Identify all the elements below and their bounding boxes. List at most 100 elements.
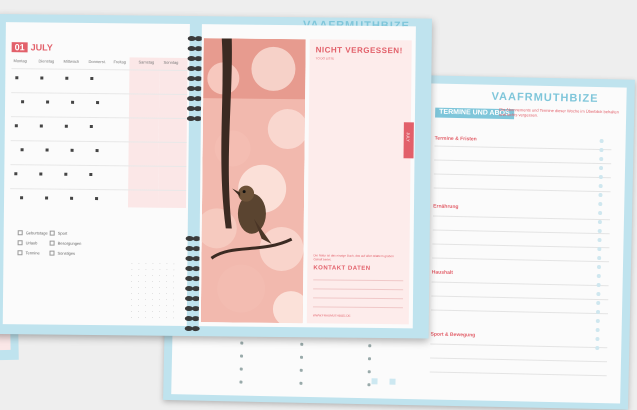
mini-calendar-day: · — [145, 273, 147, 278]
mini-calendar-day: · — [166, 291, 168, 296]
back-rule — [430, 357, 607, 363]
checkbox-icon — [49, 231, 55, 237]
mini-calendar-day: · — [159, 279, 161, 284]
back-section-2: Ernährung — [433, 203, 459, 211]
mini-calendar-day: · — [144, 315, 147, 320]
mini-calendar-day: · — [151, 303, 154, 308]
weekday-label: Samstag — [138, 59, 155, 65]
footer-url: WWW.FRAUMUTHBIZE.DE — [312, 313, 351, 318]
mini-calendar-day: · — [138, 273, 140, 278]
checklist-item[interactable]: Sport — [49, 231, 82, 241]
checklist-item[interactable]: Termine — [17, 250, 47, 260]
mini-calendar-day: · — [151, 315, 154, 320]
mini-calendar-day: · — [166, 285, 168, 290]
mini-calendar-day: · — [130, 303, 133, 308]
mini-calendar-day: · — [166, 261, 168, 266]
mini-calendar-day: · — [165, 303, 168, 308]
mini-calendar-day: · — [173, 279, 175, 284]
back-rule — [433, 173, 611, 179]
weekend-column — [157, 57, 188, 209]
back-section-3: Haushalt — [431, 269, 453, 276]
mini-calendar-day: · — [158, 303, 161, 308]
mini-calendar-day: · — [158, 297, 161, 302]
checklist-item[interactable]: Besorgungen — [49, 241, 81, 251]
back-tab-marker — [389, 378, 396, 385]
mini-calendar-day: · — [152, 285, 154, 290]
mini-calendar-day: · — [151, 297, 154, 302]
mini-calendar-day: · — [173, 273, 175, 278]
month-calendar-grid: Montag Dienstag Mittwoch Donnerst. Freitag Sa… — [10, 56, 188, 209]
calendar-marker — [65, 76, 69, 80]
checkbox-icon — [49, 251, 55, 257]
mini-calendar-day: · — [173, 285, 175, 290]
checkbox-icon — [17, 230, 23, 236]
notes-page: NICHT VERGESSEN! TO DO LISTE JULY Die Na… — [198, 24, 416, 329]
calendar-marker — [90, 76, 94, 81]
month-heading: 01 JULY — [11, 42, 53, 53]
mini-calendar-day: · — [130, 309, 133, 314]
mini-calendar-day: · — [159, 273, 161, 278]
mini-calendar-day: · — [166, 279, 168, 284]
back-rule — [432, 229, 610, 235]
back-rule — [434, 159, 612, 165]
checkbox-icon — [17, 240, 23, 246]
calendar-marker — [70, 196, 74, 200]
contacts-title: KONTAKT DATEN — [313, 265, 371, 272]
mini-calendar-day: · — [145, 279, 147, 284]
calendar-marker — [14, 124, 18, 128]
back-rule — [431, 281, 609, 287]
mini-calendar-day: · — [166, 273, 168, 278]
mini-calendar-day: · — [152, 261, 154, 266]
back-rule — [434, 145, 612, 151]
mini-calendar-day: · — [165, 309, 168, 314]
back-rule — [431, 309, 609, 315]
calendar-marker — [39, 124, 43, 128]
calendar-marker — [40, 76, 44, 80]
month-label: JULY — [30, 42, 53, 53]
calendar-marker — [39, 172, 43, 176]
checkbox-icon — [49, 241, 55, 247]
calendar-marker — [45, 148, 49, 152]
mini-calendar-day: · — [137, 297, 140, 302]
mini-calendar-day: · — [172, 315, 175, 320]
mini-calendar-day: · — [159, 285, 161, 290]
robin-blossom-photo — [200, 38, 306, 324]
calendar-marker — [70, 148, 74, 152]
photo-caption: Die Natur ist das einzige Buch, das auf … — [313, 253, 394, 262]
mini-calendar-day: · — [166, 267, 168, 272]
mini-calendar-day: · — [131, 291, 133, 296]
back-brand-logo: VAAFRMUTHBIZE — [491, 90, 599, 105]
calendar-marker — [95, 197, 99, 201]
calendar-marker — [15, 76, 19, 80]
checkbox-icon — [17, 250, 23, 256]
mini-calendar-day: · — [144, 309, 147, 314]
mini-calendar-day: · — [137, 315, 140, 320]
back-section-1: Termine & Fristen — [434, 135, 477, 143]
calendar-marker — [89, 172, 93, 177]
mini-calendar-day: · — [172, 297, 175, 302]
mini-calendar-day: · — [172, 309, 175, 314]
month-side-tab[interactable]: JULY — [403, 122, 414, 159]
mini-calendar-day: · — [131, 267, 133, 272]
mini-calendar-day: · — [145, 285, 147, 290]
mini-calendar-day: · — [137, 303, 140, 308]
weekday-label: Donnerst. — [88, 58, 106, 65]
calendar-marker — [45, 196, 49, 200]
notes-title: NICHT VERGESSEN! — [315, 45, 403, 56]
weekday-label: Sonntag — [163, 59, 179, 65]
mini-calendar-day: · — [152, 291, 154, 296]
weekday-label: Freitag — [113, 59, 126, 65]
checklist-item[interactable]: Sonstiges — [49, 251, 81, 261]
mini-calendar-day: · — [159, 291, 161, 296]
checklist-item[interactable]: Geburtstage — [17, 230, 48, 240]
mini-calendar-day: · — [158, 309, 161, 314]
checklist-item[interactable]: Urlaub — [17, 240, 48, 250]
mini-calendar-day: · — [131, 261, 133, 266]
ring-icon — [184, 325, 201, 332]
weekend-column — [127, 57, 160, 208]
calendar-page: 01 JULY Montag Dienstag Mittwoch Donnerst. Fr… — [2, 22, 190, 327]
back-tab-marker — [371, 378, 378, 385]
back-rule — [431, 295, 609, 301]
mini-calendar-day: · — [173, 291, 175, 296]
back-rule — [432, 257, 610, 263]
